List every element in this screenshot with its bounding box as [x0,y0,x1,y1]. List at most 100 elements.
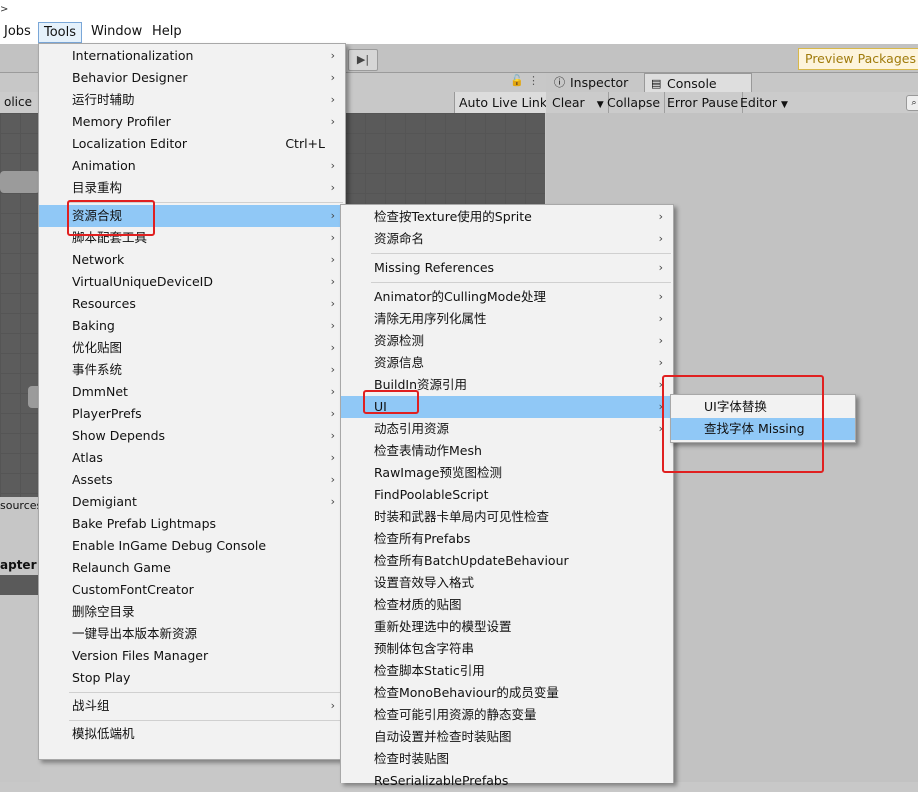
tab-console[interactable]: ▤ Console [644,73,752,93]
tools-menu-item[interactable]: DmmNet › [39,381,345,403]
compliance-menu-item[interactable]: 动态引用资源 › [341,418,673,440]
chapter-tab[interactable]: apter [0,555,40,576]
chevron-right-icon: › [330,451,335,464]
tools-menu-item[interactable]: Enable InGame Debug Console [39,535,345,557]
tools-menu-item[interactable]: 一键导出本版本新资源 [39,623,345,645]
tools-menu-item[interactable]: Network › [39,249,345,271]
menu-item-label: 检查可能引用资源的静态变量 [374,707,537,722]
tools-menu-item[interactable]: Resources › [39,293,345,315]
tools-menu-item[interactable]: Localization Editor Ctrl+L [39,133,345,155]
graph-node[interactable] [0,171,40,193]
compliance-menu-item[interactable]: 清除无用序列化属性 › [341,308,673,330]
compliance-menu-item[interactable]: 检查所有BatchUpdateBehaviour [341,550,673,572]
tools-menu-item[interactable]: 战斗组 › [39,695,345,717]
menu-item-label: Version Files Manager [72,648,209,663]
compliance-menu-item[interactable]: RawImage预览图检测 [341,462,673,484]
tools-menu-item[interactable]: Relaunch Game [39,557,345,579]
compliance-menu-item[interactable]: FindPoolableScript [341,484,673,506]
tools-menu-item[interactable]: 优化贴图 › [39,337,345,359]
menu-bar: > Jobs Tools Window Help [0,0,918,44]
menu-item-label: Resources [72,296,136,311]
tools-menu-item[interactable]: Demigiant › [39,491,345,513]
tools-menu-item[interactable]: Assets › [39,469,345,491]
compliance-menu-item[interactable]: Missing References › [341,257,673,279]
tools-menu-item[interactable]: Stop Play [39,667,345,689]
menu-item-label: Demigiant [72,494,137,509]
chevron-down-icon[interactable]: ▼ [589,100,604,110]
clear-button[interactable]: Clear ▼ [548,92,609,113]
compliance-menu-item[interactable]: 重新处理选中的模型设置 [341,616,673,638]
tab-inspector-label: Inspector [570,75,629,90]
menu-window[interactable]: Window [91,22,142,42]
menu-item-label: 删除空目录 [72,604,135,619]
tools-menu-item[interactable]: 删除空目录 [39,601,345,623]
search-icon[interactable]: ⌕ [906,95,918,111]
compliance-menu-item[interactable]: 检查MonoBehaviour的成员变量 [341,682,673,704]
compliance-menu-item[interactable]: 检查脚本Static引用 [341,660,673,682]
tools-menu-item[interactable]: Animation › [39,155,345,177]
tools-menu-item[interactable]: Version Files Manager [39,645,345,667]
console-icon: ▤ [651,77,662,90]
compliance-menu-item[interactable]: 时装和武器卡单局内可见性检查 [341,506,673,528]
menu-item-label: ReSerializablePrefabs [374,773,509,788]
compliance-menu-item[interactable]: 检查所有Prefabs [341,528,673,550]
tools-menu-item[interactable]: Baking › [39,315,345,337]
collapse-button[interactable]: Collapse [603,92,666,113]
lock-icon[interactable]: 🔓 [510,74,524,87]
tools-menu-item[interactable]: 模拟低端机 [39,723,345,745]
tools-menu-item[interactable]: PlayerPrefs › [39,403,345,425]
menu-shortcut: Ctrl+L [285,136,325,151]
chevron-right-icon: › [330,159,335,172]
clear-label: Clear [552,95,585,110]
chevron-right-icon: › [330,385,335,398]
tools-menu-item[interactable]: 目录重构 › [39,177,345,199]
menu-tools[interactable]: Tools [38,22,83,43]
scene-tab-label[interactable]: olice [0,92,36,113]
compliance-menu-item[interactable]: Animator的CullingMode处理 › [341,286,673,308]
compliance-menu-item[interactable]: 检查按Texture使用的Sprite › [341,206,673,228]
compliance-menu-item[interactable]: ReSerializablePrefabs [341,770,673,792]
menu-separator [371,282,671,283]
menu-item-label: 一键导出本版本新资源 [72,626,198,641]
compliance-menu-item[interactable]: 资源信息 › [341,352,673,374]
menu-item-label: 事件系统 [72,362,123,377]
compliance-menu-item[interactable]: 预制体包含字符串 [341,638,673,660]
editor-dropdown[interactable]: Editor ▼ [736,92,792,113]
tools-menu-item[interactable]: Bake Prefab Lightmaps [39,513,345,535]
compliance-menu-item[interactable]: 资源命名 › [341,228,673,250]
compliance-menu-item[interactable]: 检查可能引用资源的静态变量 [341,704,673,726]
menu-help[interactable]: Help [152,22,182,42]
menu-item-label: FindPoolableScript [374,487,489,502]
compliance-menu-item[interactable]: 检查材质的贴图 [341,594,673,616]
tools-menu-item[interactable]: Atlas › [39,447,345,469]
tools-menu-item[interactable]: Show Depends › [39,425,345,447]
preview-packages-button[interactable]: Preview Packages in [798,48,918,70]
compliance-menu-item[interactable]: 检查时装贴图 [341,748,673,770]
tools-menu-item[interactable]: VirtualUniqueDeviceID › [39,271,345,293]
chevron-right-icon: › [330,71,335,84]
compliance-menu-item[interactable]: 资源检测 › [341,330,673,352]
tools-menu-item[interactable]: Internationalization › [39,45,345,67]
more-menu-icon[interactable]: ⋮ [528,74,539,87]
tools-menu-item[interactable]: Memory Profiler › [39,111,345,133]
chevron-right-icon: › [330,429,335,442]
annotation-box [363,390,419,414]
auto-live-link-button[interactable]: Auto Live Link [454,92,547,113]
tools-menu-item[interactable]: CustomFontCreator [39,579,345,601]
chevron-right-icon: › [330,231,335,244]
compliance-menu-item[interactable]: 自动设置并检查时装贴图 [341,726,673,748]
chevron-right-icon: › [658,334,663,347]
chevron-right-icon: › [330,319,335,332]
menu-item-label: Network [72,252,125,267]
menu-item-label: Behavior Designer [72,70,188,85]
tools-menu-item[interactable]: 运行时辅助 › [39,89,345,111]
step-button[interactable]: ▶| [348,49,378,71]
compliance-menu-item[interactable]: 检查表情动作Mesh [341,440,673,462]
menu-item-label: 清除无用序列化属性 [374,311,487,326]
tools-menu-item[interactable]: Behavior Designer › [39,67,345,89]
tools-menu-item[interactable]: 事件系统 › [39,359,345,381]
menu-jobs[interactable]: Jobs [4,22,31,42]
chevron-right-icon: › [330,181,335,194]
compliance-menu-item[interactable]: 设置音效导入格式 [341,572,673,594]
error-pause-button[interactable]: Error Pause [663,92,744,113]
